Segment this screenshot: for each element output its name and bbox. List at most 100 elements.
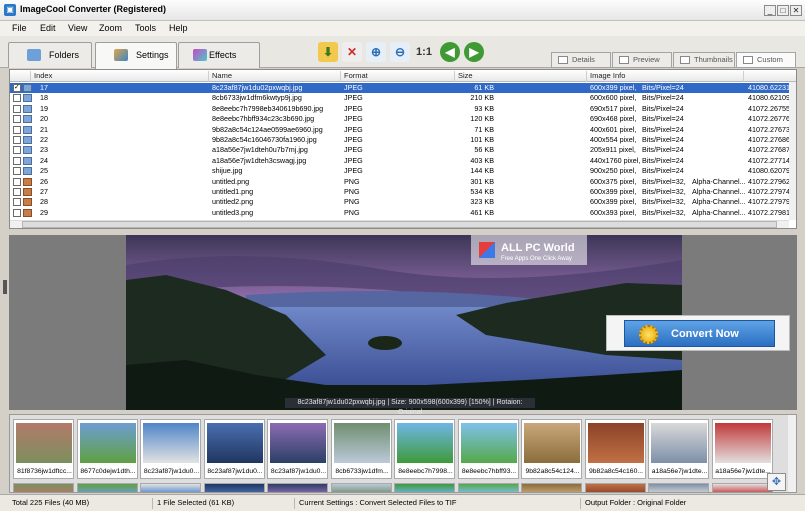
thumbnail-image [143,423,199,463]
zoom-in-icon[interactable]: ⊕ [366,42,386,62]
thumbnail-item[interactable] [457,483,519,492]
thumbnail-item[interactable]: 9b82a8c54c124... [521,419,582,479]
header-image-info[interactable]: Image Info [586,71,743,82]
thumbnail-item[interactable] [13,483,74,492]
maximize-button[interactable]: □ [777,5,789,16]
zoom-out-icon[interactable]: ⊖ [390,42,410,62]
row-checkbox[interactable] [13,136,21,144]
table-row[interactable]: 19 8e8eebc7h7998eb340619b690.jpg JPEG 93 KB… [10,103,790,114]
thumbnail-item[interactable] [648,483,709,492]
table-row[interactable]: 20 8e8eebc7hbff934c23c3b690.jpg JPEG 120 KB… [10,114,790,124]
cell-info2: Bits/Pixel=32, [642,197,686,207]
thumbnail-item[interactable]: 8c23af87jw1du0... [140,419,201,479]
view-preview-button[interactable]: Preview [612,52,672,68]
thumbnail-item[interactable] [76,483,138,492]
table-row[interactable]: 21 9b82a8c54c124ae0599ae6960.jpg JPEG 71 KB… [10,125,790,135]
thumbnail-item[interactable]: 8e8eebc7hbff93... [457,419,519,479]
thumbnail-item[interactable] [584,483,646,492]
tab-settings[interactable]: Settings [95,42,177,69]
previous-icon[interactable]: ◀ [440,42,460,62]
delete-icon[interactable]: ✕ [342,42,362,62]
cell-size: 120 KB [470,114,494,124]
next-icon[interactable]: ▶ [464,42,484,62]
tab-folders[interactable]: Folders [8,42,92,68]
row-checkbox[interactable] [13,104,21,113]
actual-size-icon[interactable]: 1:1 [414,42,434,62]
cell-format: JPEG [344,155,363,165]
menu-file[interactable]: File [12,23,27,33]
row-checkbox[interactable] [13,188,21,196]
row-checkbox[interactable]: ✓ [13,84,21,92]
list-scroll-thumb[interactable] [22,221,777,228]
row-checkbox[interactable] [13,177,21,186]
row-checkbox[interactable] [13,167,21,176]
row-checkbox[interactable] [13,94,21,103]
thumbnail-item[interactable]: a18a56e7jw1dte... [711,419,773,479]
preview-caption: 8c23af87jw1du02pxwqbj.jpg | Size: 900x59… [285,398,535,416]
table-row[interactable]: 24 a18a56e7jw1dteh3cswagj.jpg JPEG 403 KB 44… [10,155,790,166]
thumbnail-item[interactable] [521,483,582,492]
thumbnail-label: 9b82a8c54c160... [588,468,644,475]
cell-format: JPEG [344,103,363,113]
menu-edit[interactable]: Edit [40,23,56,33]
close-button[interactable]: ✕ [790,5,802,16]
convert-now-button[interactable]: Convert Now [624,320,775,347]
list-vertical-scrollbar[interactable] [789,82,796,220]
row-checkbox[interactable] [13,125,21,134]
png-file-icon [23,198,32,207]
thumbnail-item[interactable]: 8c23af87jw1du0... [203,419,265,479]
thumbnail-item[interactable] [203,483,265,492]
table-row[interactable]: 18 8cb6733jw1dfm6kwtyp9j.jpg JPEG 210 KB 600… [10,93,790,103]
cell-name: untitled2.png [212,197,254,207]
table-row[interactable]: 28 untitled2.png PNG 323 KB 600x399 pixel, Bi… [10,197,790,207]
table-row[interactable]: 25 shijue.jpg JPEG 144 KB 900x250 pixel, Bits… [10,166,790,176]
cell-info1: 205x911 pixel, [590,145,636,155]
header-name[interactable]: Name [208,71,340,82]
table-row[interactable]: 22 9b82a8c54c16046730fa1960.jpg JPEG 101 KB… [10,135,790,145]
cell-last: 41072.26776 [748,114,790,124]
thumbnail-item[interactable] [394,483,455,492]
cell-last: 41080.62231 [748,83,790,92]
view-details-button[interactable]: Details [551,52,611,68]
add-files-icon[interactable]: ⬇ [318,42,338,62]
menu-view[interactable]: View [68,23,87,33]
row-checkbox[interactable] [13,115,21,124]
header-format[interactable]: Format [340,71,454,82]
thumbnail-item[interactable]: a18a56e7jw1dte... [648,419,709,479]
menu-help[interactable]: Help [169,23,188,33]
header-index[interactable]: Index [30,71,208,82]
thumbnail-item[interactable]: 8c23af87jw1du0... [267,419,328,479]
thumbnail-item[interactable]: 81f8736jw1dftcc... [13,419,74,479]
fit-view-icon[interactable]: ✥ [767,473,786,491]
row-checkbox[interactable] [13,146,21,155]
table-row[interactable]: 27 untitled1.png PNG 534 KB 600x399 pixel, Bi… [10,187,790,197]
cell-last: 41072.27687 [748,145,790,155]
table-row[interactable]: ✓ 17 8c23af87jw1du02pxwqbj.jpg JPEG 61 KB 600… [10,83,790,94]
thumbnail-item[interactable]: 8677c0dejw1dth... [76,419,138,479]
thumbnail-item[interactable]: 9b82a8c54c160... [584,419,646,479]
panel-grip[interactable] [3,280,7,294]
header-size[interactable]: Size [454,71,586,82]
row-checkbox[interactable] [13,198,21,207]
tab-effects[interactable]: Effects [178,42,260,68]
view-thumbnails-button[interactable]: Thumbnails [673,52,735,68]
thumbnail-item[interactable] [267,483,328,492]
header-extra[interactable] [743,71,796,82]
menu-zoom[interactable]: Zoom [99,23,122,33]
thumbnail-item[interactable] [140,483,201,492]
row-checkbox[interactable] [13,208,21,217]
watermark-title: ALL PC World [501,242,575,254]
menu-tools[interactable]: Tools [135,23,156,33]
thumbnail-item[interactable] [711,483,773,492]
minimize-button[interactable]: _ [764,5,776,16]
cell-index: 20 [40,114,48,124]
thumbnail-item[interactable]: 8cb6733jw1dfm... [330,419,392,479]
table-row[interactable]: 26 untitled.png PNG 301 KB 600x375 pixel, Bit… [10,177,790,187]
thumbnail-scrollbar[interactable] [787,415,796,492]
table-row[interactable]: 29 untitled3.png PNG 461 KB 600x393 pixel, Bi… [10,208,790,218]
table-row[interactable]: 23 a18a56e7jw1dteh0u7b7mj.jpg JPEG 56 KB 205… [10,145,790,155]
row-checkbox[interactable] [13,156,21,165]
view-custom-button[interactable]: Custom [736,52,796,68]
thumbnail-item[interactable]: 8e8eebc7h7998... [394,419,455,479]
thumbnail-item[interactable] [330,483,392,492]
